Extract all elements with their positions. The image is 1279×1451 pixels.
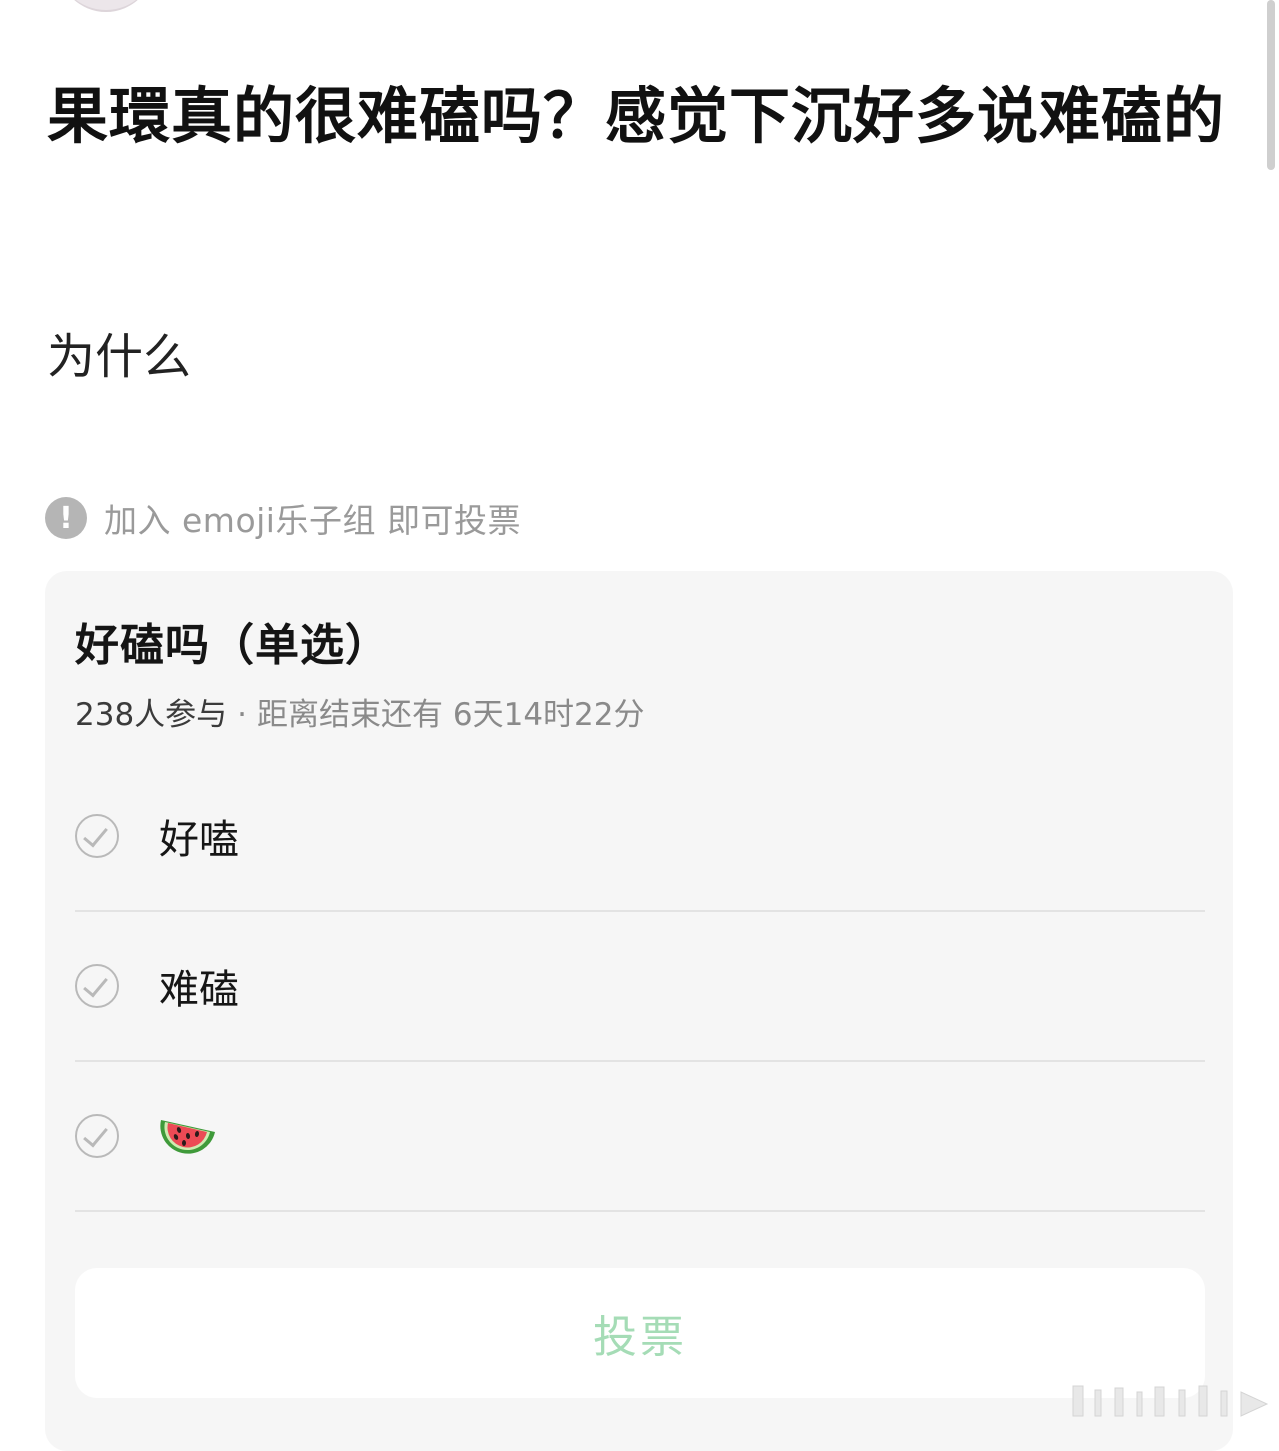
exclamation-icon: ! bbox=[45, 497, 87, 539]
poll-deadline: 距离结束还有 6天14时22分 bbox=[257, 697, 645, 733]
meta-separator: · bbox=[237, 697, 248, 733]
poll-options: 好嗑 难磕 bbox=[75, 762, 1205, 1212]
poll-option[interactable]: 难磕 bbox=[75, 912, 1205, 1062]
poll-card: 好磕吗（单选） 238人参与 · 距离结束还有 6天14时22分 好嗑 难磕 投… bbox=[45, 571, 1233, 1451]
checkmark-circle-icon[interactable] bbox=[75, 964, 119, 1008]
option-label: 难磕 bbox=[159, 967, 239, 1013]
watermelon-icon bbox=[159, 1112, 217, 1160]
watermark-icon bbox=[1072, 1385, 1269, 1417]
scrollbar[interactable] bbox=[1267, 0, 1275, 170]
poll-option[interactable] bbox=[75, 1062, 1205, 1212]
author-avatar[interactable] bbox=[58, 0, 154, 12]
poll-title: 好磕吗（单选） bbox=[75, 620, 390, 671]
poll-meta: 238人参与 · 距离结束还有 6天14时22分 bbox=[75, 689, 645, 734]
post-body: 为什么 bbox=[47, 329, 192, 385]
participant-count: 238人参与 bbox=[75, 697, 228, 733]
checkmark-circle-icon[interactable] bbox=[75, 1114, 119, 1158]
vote-button[interactable]: 投票 bbox=[75, 1268, 1205, 1398]
join-group-notice[interactable]: ! 加入 emoji乐子组 即可投票 bbox=[45, 496, 521, 540]
poll-option[interactable]: 好嗑 bbox=[75, 762, 1205, 912]
checkmark-circle-icon[interactable] bbox=[75, 814, 119, 858]
post-title: 果環真的很难磕吗？感觉下沉好多说难磕的 bbox=[47, 81, 1226, 152]
notice-text: 加入 emoji乐子组 即可投票 bbox=[104, 501, 521, 540]
option-label: 好嗑 bbox=[159, 817, 239, 863]
